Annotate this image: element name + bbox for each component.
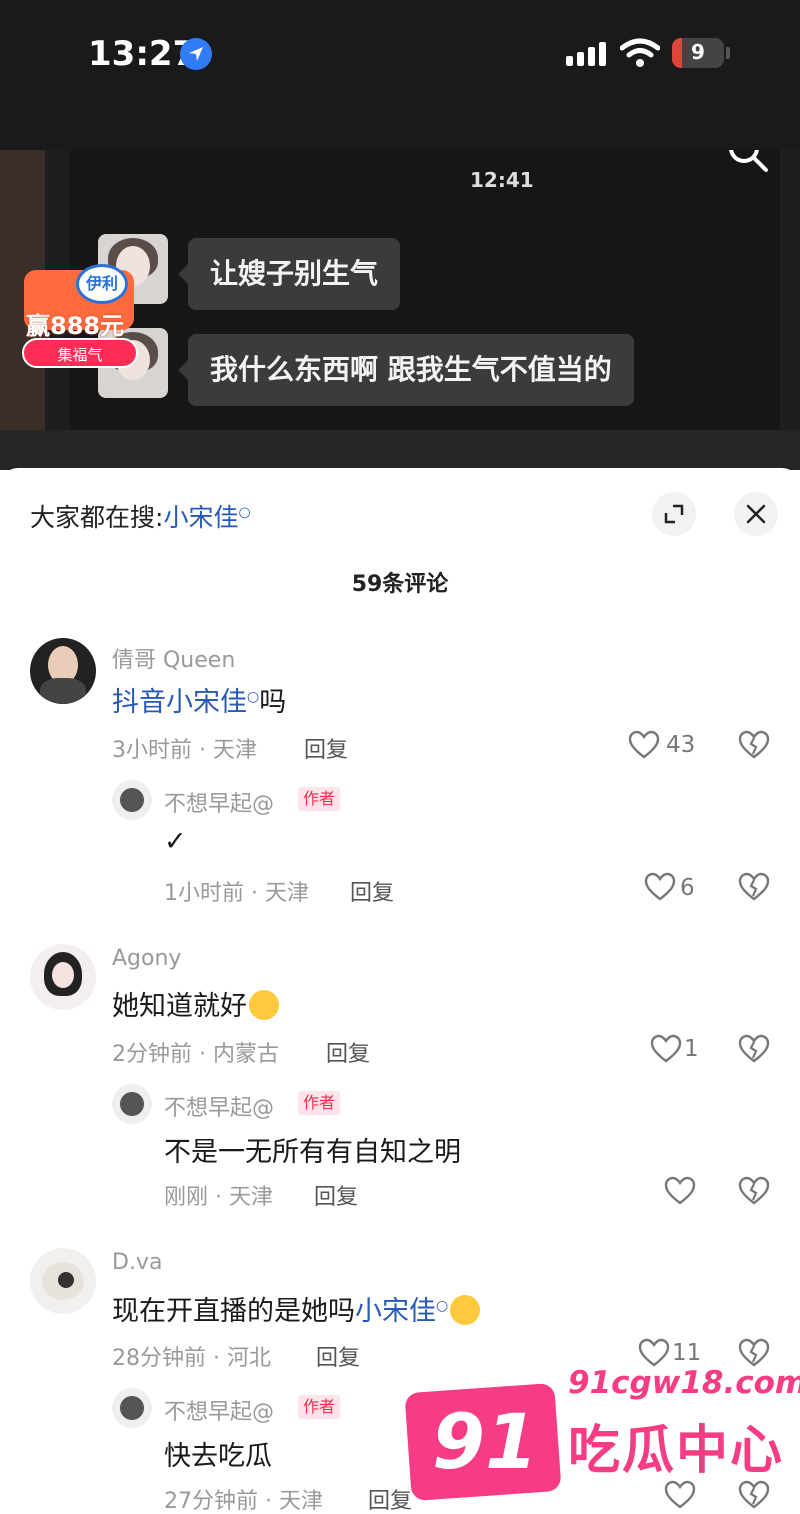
author-badge: 作者: [298, 1395, 341, 1419]
watermark-name: 吃瓜中心: [568, 1421, 785, 1481]
close-button[interactable]: [734, 492, 778, 536]
heart-icon[interactable]: [644, 872, 676, 902]
heart-icon[interactable]: [664, 1480, 696, 1510]
comment-keyword-link[interactable]: 小宋佳: [355, 1296, 436, 1327]
promo-prize: 赢888元: [26, 312, 125, 340]
comment-content: 抖音小宋佳○吗: [112, 680, 286, 719]
broken-heart-icon[interactable]: [738, 1034, 770, 1064]
reply-username[interactable]: 不想早起@: [164, 1394, 274, 1426]
trending-search-keyword[interactable]: 小宋佳: [163, 503, 238, 532]
laughing-emoji-icon: [249, 989, 279, 1020]
comment-content: 她知道就好: [112, 984, 279, 1023]
avatar[interactable]: [30, 944, 96, 1010]
status-bar: 13:27 9: [0, 0, 800, 150]
like-count: 1: [684, 1036, 699, 1062]
broken-heart-icon[interactable]: [738, 730, 770, 760]
author-badge: 作者: [298, 787, 341, 811]
search-icon[interactable]: [726, 150, 770, 174]
avatar[interactable]: [30, 1248, 96, 1314]
reply-button[interactable]: 回复: [304, 732, 348, 764]
comment-username[interactable]: Agony: [112, 946, 181, 971]
reply-meta: 1小时前 · 天津: [164, 881, 309, 906]
reply-button[interactable]: 回复: [368, 1483, 412, 1514]
reply-username[interactable]: 不想早起@: [164, 786, 274, 818]
heart-icon[interactable]: [664, 1176, 696, 1206]
sweat-smile-emoji-icon: [450, 1294, 481, 1325]
reply-meta: 刚刚 · 天津: [164, 1185, 273, 1210]
battery-level: 9: [691, 40, 705, 64]
search-mini-icon: ○: [436, 1298, 449, 1314]
reply-button[interactable]: 回复: [350, 875, 394, 907]
reply-content: 不是一无所有有自知之明: [164, 1137, 461, 1168]
comment-keyword-link[interactable]: 抖音小宋佳: [112, 687, 247, 718]
reply-content: 快去吃瓜: [164, 1441, 272, 1472]
comment-text: 现在开直播的是她吗: [112, 1296, 355, 1327]
expand-icon: [664, 504, 684, 524]
search-mini-icon: ○: [247, 689, 260, 705]
trending-search-label: 大家都在搜:: [30, 503, 164, 532]
chat-bubble: 让嫂子别生气: [177, 238, 401, 310]
broken-heart-icon[interactable]: [738, 1480, 770, 1510]
reply-meta: 27分钟前 · 天津: [164, 1489, 323, 1514]
heart-icon[interactable]: [628, 730, 660, 760]
reply-button[interactable]: 回复: [316, 1340, 360, 1372]
battery-icon: 9: [672, 38, 724, 68]
broken-heart-icon[interactable]: [738, 1338, 770, 1368]
search-mini-icon: ○: [238, 504, 251, 521]
promo-button[interactable]: 集福气: [22, 338, 138, 368]
like-count: 11: [672, 1340, 702, 1366]
broken-heart-icon[interactable]: [738, 872, 770, 902]
brand-logo: 伊利: [76, 264, 128, 304]
heart-icon[interactable]: [650, 1034, 682, 1064]
comment-text: 吗: [259, 687, 287, 718]
video-player[interactable]: 12:41 让嫂子别生气 我什么东西啊 跟我生气不值当的 伊利 赢888元 集福…: [0, 150, 800, 470]
avatar[interactable]: [112, 780, 152, 820]
location-arrow-icon: [180, 38, 212, 70]
watermark-number: 91: [432, 1397, 538, 1486]
comment-meta: 28分钟前 · 河北: [112, 1346, 271, 1371]
promo-widget[interactable]: 伊利 赢888元 集福气: [14, 262, 144, 380]
comment-count: 59条评论: [351, 572, 449, 597]
like-count: 43: [666, 732, 696, 758]
author-badge: 作者: [298, 1091, 341, 1115]
reply-content: ✓: [164, 826, 187, 857]
avatar[interactable]: [30, 638, 96, 704]
video-chat-screen: 12:41 让嫂子别生气 我什么东西啊 跟我生气不值当的: [70, 150, 780, 430]
avatar[interactable]: [112, 1084, 152, 1124]
heart-icon[interactable]: [638, 1338, 670, 1368]
comment-username[interactable]: 倩哥 Queen: [112, 642, 235, 674]
watermark-url: 91cgw18.com: [568, 1365, 800, 1401]
like-count: 6: [680, 875, 695, 901]
avatar[interactable]: [112, 1388, 152, 1428]
comment-username[interactable]: D.va: [112, 1250, 162, 1275]
trending-search[interactable]: 大家都在搜:小宋佳○: [30, 498, 251, 534]
comment-text: 她知道就好: [112, 991, 247, 1022]
broken-heart-icon[interactable]: [738, 1176, 770, 1206]
cellular-signal-icon: [566, 42, 606, 66]
comment-meta: 2分钟前 · 内蒙古: [112, 1042, 279, 1067]
close-icon: [746, 504, 766, 524]
reply-button[interactable]: 回复: [314, 1179, 358, 1211]
chat-bubble: 我什么东西啊 跟我生气不值当的: [178, 334, 634, 406]
video-chat-time: 12:41: [470, 168, 534, 192]
comment-meta: 3小时前 · 天津: [112, 738, 257, 763]
wifi-icon: [620, 38, 660, 67]
comment-content: 现在开直播的是她吗小宋佳○: [112, 1289, 481, 1328]
reply-username[interactable]: 不想早起@: [164, 1090, 274, 1122]
reply-button[interactable]: 回复: [326, 1036, 370, 1068]
video-bottom-bar: [0, 430, 800, 470]
expand-button[interactable]: [652, 492, 696, 536]
